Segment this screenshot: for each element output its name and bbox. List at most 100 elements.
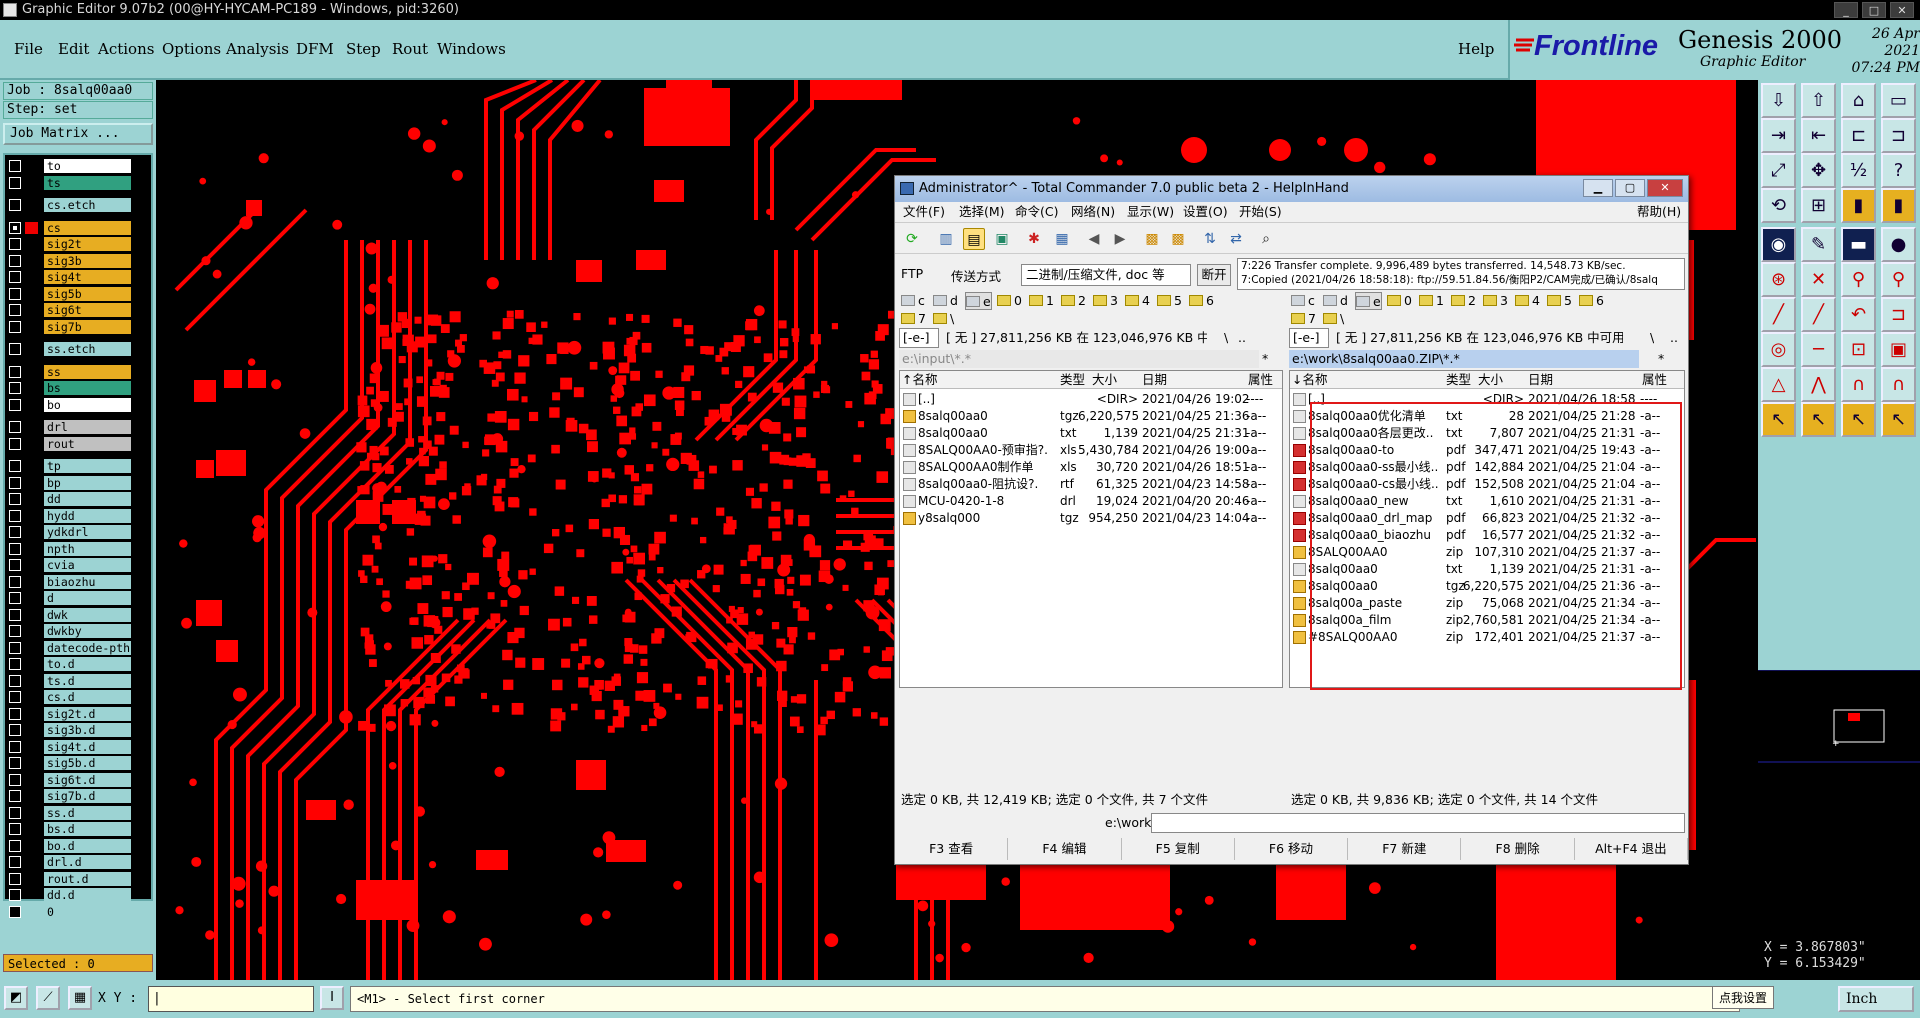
layer-checkbox[interactable] <box>9 160 21 172</box>
export-icon[interactable]: ⇧ <box>1801 83 1836 118</box>
link2-icon[interactable]: ⚲ <box>1881 262 1916 297</box>
layer-row[interactable]: cs.etch <box>9 198 131 212</box>
tc-menu-network[interactable]: 网络(N) <box>1071 202 1115 222</box>
layer-name[interactable]: sig4t.d <box>44 739 131 754</box>
disconnect-button[interactable]: 断开 <box>1197 264 1231 286</box>
layer-name[interactable]: sig6t <box>44 303 131 317</box>
cross-icon[interactable]: ✕ <box>1801 262 1836 297</box>
square-icon[interactable]: ▣ <box>1881 332 1916 367</box>
layer-name[interactable]: tp <box>44 459 131 473</box>
layer-checkbox[interactable] <box>9 674 21 687</box>
layer-row[interactable]: tp <box>9 459 131 473</box>
layer-checkbox[interactable] <box>9 839 21 852</box>
back-icon[interactable]: ◀ <box>1083 228 1105 250</box>
layer-name[interactable]: sig5b <box>44 286 131 301</box>
layer-name[interactable]: ss.d <box>44 805 131 820</box>
layer-checkbox[interactable] <box>9 707 21 720</box>
drive-button-network[interactable]: \ <box>933 310 954 328</box>
fkey-button[interactable]: F3 查看 <box>895 838 1009 860</box>
file-row[interactable]: MCU-0420-1-8 drl 19,024 2021/04/20 20:46 -a-… <box>900 493 1282 510</box>
col-date[interactable]: 日期 <box>1528 371 1553 389</box>
layer-name[interactable]: sig3b.d <box>44 723 131 737</box>
bracket-icon[interactable]: ⊐ <box>1881 297 1916 332</box>
layer-checkbox[interactable] <box>9 398 21 411</box>
tc-menu-view[interactable]: 显示(W) <box>1127 202 1174 222</box>
menu-rout[interactable]: Rout <box>392 40 428 58</box>
layer-row[interactable]: drl <box>9 420 131 434</box>
drive-button-5[interactable]: 5 <box>1157 292 1182 310</box>
col-attr[interactable]: 属性 <box>1248 371 1273 389</box>
drive-button-0[interactable]: 0 <box>1387 292 1412 310</box>
col-name[interactable]: ↑名称 <box>902 371 937 389</box>
right-path[interactable]: e:\work\8salq00aa0.ZIP\*.* <box>1289 350 1639 368</box>
layer-name[interactable]: rout <box>44 436 131 451</box>
left-up-button[interactable]: .. <box>1235 329 1246 347</box>
left-filter[interactable]: * <box>1259 350 1283 368</box>
menu-actions[interactable]: Actions <box>98 40 154 58</box>
drive-button-network[interactable]: \ <box>1323 310 1344 328</box>
layer-checkbox[interactable] <box>9 304 21 316</box>
menu-edit[interactable]: Edit <box>58 40 89 58</box>
layer-name[interactable]: ss <box>44 364 131 379</box>
col-size[interactable]: 大小 <box>1478 371 1503 389</box>
layer-row[interactable]: sig6t.d <box>9 772 131 787</box>
fkey-button[interactable]: F5 复制 <box>1122 838 1235 860</box>
layer-checkbox[interactable] <box>9 905 21 918</box>
drive-button-1[interactable]: 1 <box>1029 292 1054 310</box>
layer-row[interactable]: bs.d <box>9 822 131 836</box>
layer-row[interactable]: rout <box>9 436 131 451</box>
cmd-input[interactable] <box>1151 813 1685 833</box>
layer-name[interactable]: drl.d <box>44 855 131 869</box>
transfer-mode-select[interactable]: 二进制/压缩文件, doc 等 <box>1021 264 1191 286</box>
refresh-icon[interactable]: ⟳ <box>901 228 923 250</box>
layer-row[interactable]: bo <box>9 397 131 412</box>
layer-name[interactable]: sig6t.d <box>44 772 131 787</box>
menu-windows[interactable]: Windows <box>437 40 506 58</box>
tc-menu-config[interactable]: 设置(O) <box>1183 202 1228 222</box>
layer-checkbox[interactable] <box>9 271 21 283</box>
layer-row[interactable]: sig4t <box>9 270 131 284</box>
measure-tool-icon[interactable]: ⟲ <box>1761 188 1796 223</box>
layer-row[interactable]: to.d <box>9 657 131 671</box>
overview-panel[interactable]: + <box>1758 669 1920 938</box>
layer-checkbox[interactable] <box>9 691 21 703</box>
panel-a-icon[interactable]: ▮ <box>1841 188 1876 223</box>
tc-menu-command[interactable]: 命令(C) <box>1015 202 1058 222</box>
layer-row[interactable]: sig6t <box>9 303 131 317</box>
tc-menu-select[interactable]: 选择(M) <box>959 202 1005 222</box>
layer-name[interactable]: sig7b.d <box>44 789 131 803</box>
xy-input[interactable]: | <box>148 986 314 1012</box>
drive-button-e[interactable]: e <box>965 292 992 310</box>
layer-row[interactable]: cs <box>9 220 131 235</box>
minimize-button[interactable]: _ <box>1834 2 1858 18</box>
layer-checkbox[interactable] <box>9 575 21 588</box>
tc-menu-help[interactable]: 帮助(H) <box>1637 202 1681 222</box>
drive-button-d[interactable]: d <box>933 292 958 310</box>
tc-maximize-button[interactable]: ▢ <box>1615 179 1645 197</box>
layer-row[interactable]: dd <box>9 492 131 506</box>
drive-button-c[interactable]: c <box>901 292 925 310</box>
close-button[interactable]: ✕ <box>1890 2 1914 18</box>
zoom-fit-icon[interactable]: ⤢ <box>1761 153 1796 188</box>
right-root-button[interactable]: \ <box>1647 329 1654 347</box>
import-icon[interactable]: ⇩ <box>1761 83 1796 118</box>
snap-right-icon[interactable]: ⊐ <box>1881 118 1916 153</box>
forward-icon[interactable]: ▶ <box>1109 228 1131 250</box>
tc-menu-file[interactable]: 文件(F) <box>903 202 945 222</box>
drive-button-4[interactable]: 4 <box>1125 292 1150 310</box>
left-drive-select[interactable]: [-e-] <box>899 328 939 348</box>
layer-name[interactable]: bo.d <box>44 838 131 853</box>
layer-checkbox[interactable] <box>9 476 21 489</box>
layout-icon[interactable]: ▭ <box>1881 83 1916 118</box>
layer-checkbox[interactable] <box>9 320 21 333</box>
layer-name[interactable]: to.d <box>44 657 131 671</box>
layer-checkbox[interactable] <box>9 460 21 472</box>
peak-icon[interactable]: ⋀ <box>1801 367 1836 402</box>
resize-icon[interactable]: ⊡ <box>1841 332 1876 367</box>
drive-button-5[interactable]: 5 <box>1547 292 1572 310</box>
layer-row[interactable]: to <box>9 159 131 173</box>
layer-row[interactable]: ts.d <box>9 673 131 688</box>
drive-button-0[interactable]: 0 <box>997 292 1022 310</box>
layer-row[interactable]: sig3b.d <box>9 723 131 737</box>
layer-row[interactable]: cs.d <box>9 690 131 704</box>
